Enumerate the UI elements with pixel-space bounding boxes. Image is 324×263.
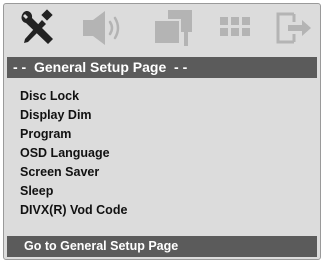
menu-item-disc-lock[interactable]: Disc Lock <box>20 87 127 106</box>
menu-item-display-dim[interactable]: Display Dim <box>20 106 127 125</box>
setup-menu: - - General Setup Page - - Disc Lock Dis… <box>3 3 321 260</box>
menu-item-osd-language[interactable]: OSD Language <box>20 144 127 163</box>
speaker-icon[interactable] <box>79 8 125 48</box>
status-hint: Go to General Setup Page <box>7 236 317 257</box>
setup-icon-bar <box>4 4 320 52</box>
menu-list: Disc Lock Display Dim Program OSD Langua… <box>20 87 127 220</box>
preference-icon[interactable] <box>216 8 256 48</box>
page-title: - - General Setup Page - - <box>7 57 317 78</box>
exit-icon[interactable] <box>274 8 314 48</box>
menu-item-program[interactable]: Program <box>20 125 127 144</box>
menu-item-screen-saver[interactable]: Screen Saver <box>20 163 127 182</box>
menu-item-sleep[interactable]: Sleep <box>20 182 127 201</box>
menu-item-divx-vod-code[interactable]: DIVX(R) Vod Code <box>20 201 127 220</box>
display-icon[interactable] <box>150 8 196 48</box>
tools-icon[interactable] <box>18 8 62 48</box>
